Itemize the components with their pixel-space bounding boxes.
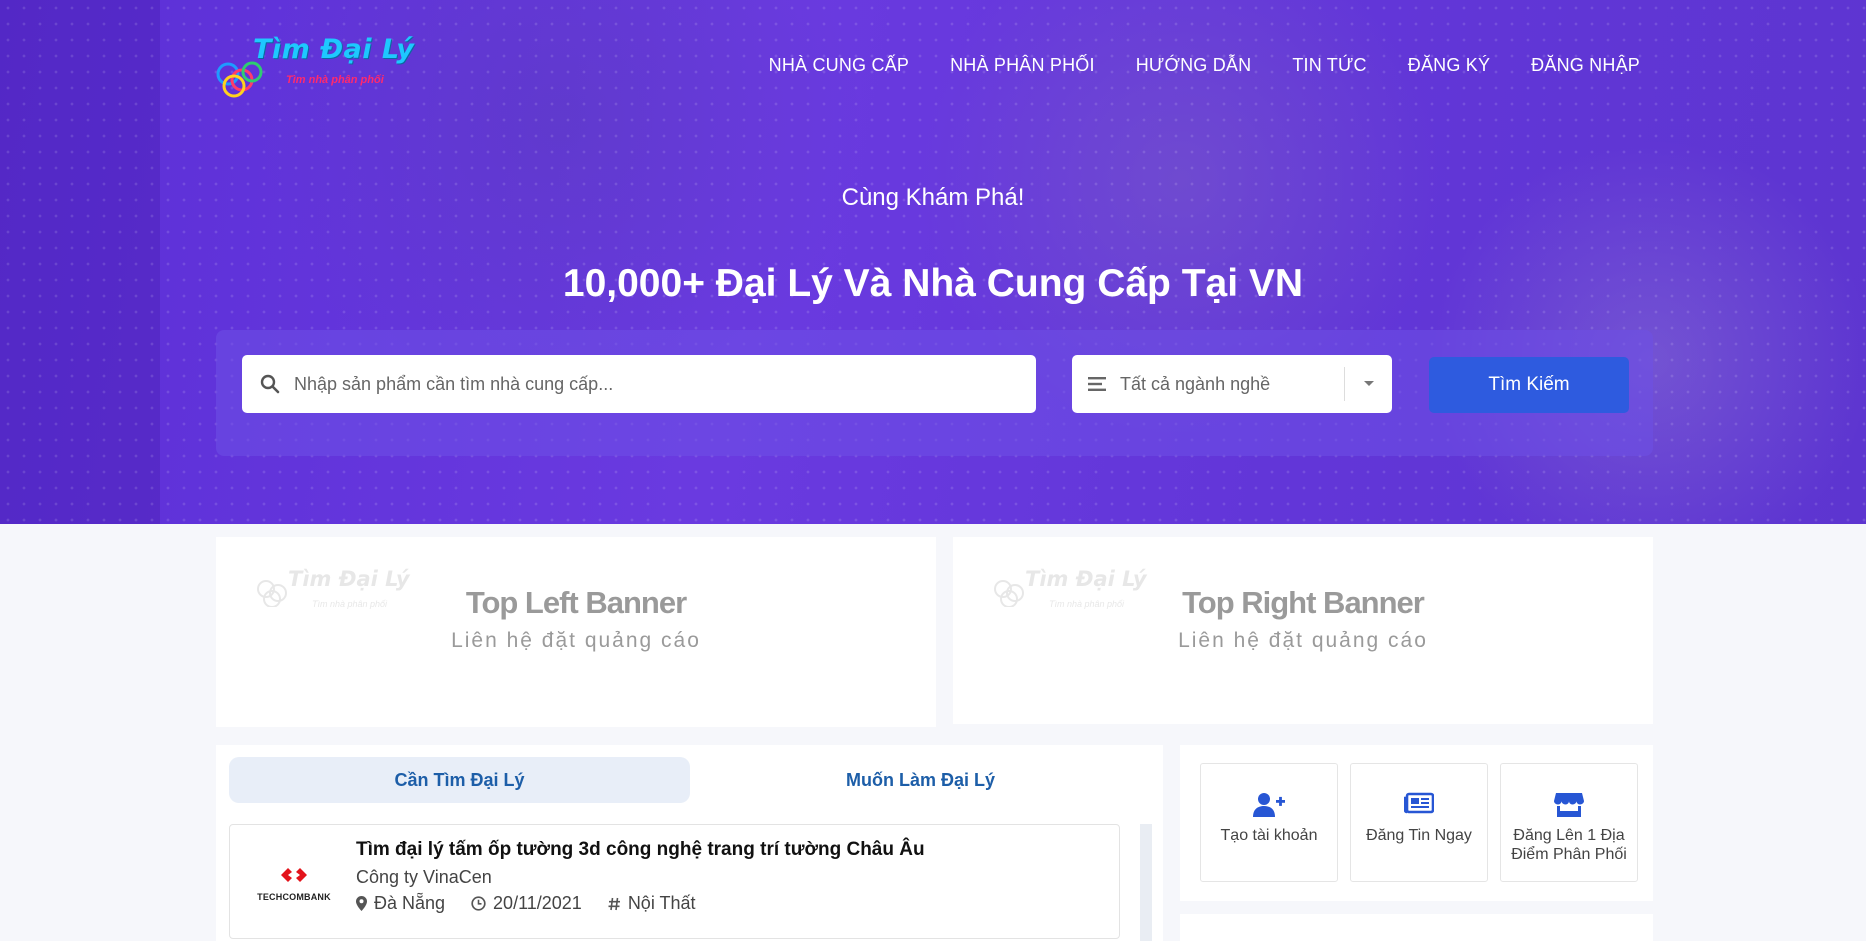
tab-need-agent[interactable]: Cần Tìm Đại Lý (229, 757, 690, 803)
create-account-label: Tạo tài khoản (1220, 827, 1318, 844)
map-pin-icon (356, 896, 367, 911)
hero-section: Tìm Đại Lý Tìm nhà phân phối NHÀ CUNG CẤ… (0, 0, 1866, 524)
site-logo[interactable]: Tìm Đại Lý Tìm nhà phân phối (216, 30, 416, 102)
company-logo: TECHCOMBANK (254, 865, 334, 902)
logo-title: Tìm Đại Lý (253, 34, 415, 65)
nav-link-suppliers[interactable]: NHÀ CUNG CẤP (769, 55, 909, 76)
hero-tagline: Cùng Khám Phá! (841, 184, 1025, 211)
search-placeholder: Nhập sản phẩm cần tìm nhà cung cấp... (294, 373, 614, 394)
nav-link-register[interactable]: ĐĂNG KÝ (1408, 55, 1490, 76)
top-right-banner[interactable]: Tìm Đại Lý Tìm nhà phân phối Top Right B… (953, 537, 1653, 724)
newspaper-icon (1404, 792, 1434, 814)
listing-company: Công ty VinaCen (356, 867, 492, 887)
nav-link-guide[interactable]: HƯỚNG DẪN (1136, 55, 1252, 76)
hashtag-icon (608, 897, 620, 910)
actions-panel: Tạo tài khoản Đăng Tin Ngay Đăng Lên 1 Đ… (1180, 745, 1653, 901)
company-logo-text: TECHCOMBANK (257, 892, 331, 902)
banner-subtitle: Liên hệ đặt quảng cáo (451, 629, 701, 652)
bank-logo-icon (281, 868, 307, 882)
listing-location: Đà Nẵng (356, 893, 445, 914)
tab-become-agent[interactable]: Muốn Làm Đại Lý (690, 757, 1151, 803)
listing-meta: Đà Nẵng 20/11/2021 Nội Thất (356, 893, 722, 914)
create-account-button[interactable]: Tạo tài khoản (1200, 763, 1338, 882)
listing-title[interactable]: Tìm đại lý tấm ốp tường 3d công nghệ tra… (356, 839, 925, 861)
category-select-value: Tất cả ngành nghề (1120, 373, 1271, 394)
nav-link-news[interactable]: TIN TỨC (1292, 55, 1366, 76)
listings-panel: Cần Tìm Đại Lý Muốn Làm Đại Lý TECHCOMBA… (216, 745, 1163, 941)
listings-scrollbar[interactable] (1140, 824, 1152, 941)
clock-icon (471, 896, 486, 911)
listing-category: Nội Thất (608, 893, 696, 914)
search-panel: Nhập sản phẩm cần tìm nhà cung cấp... Tấ… (216, 330, 1653, 456)
nav-link-distributors[interactable]: NHÀ PHÂN PHỐI (950, 55, 1095, 76)
user-plus-icon (1253, 793, 1285, 817)
banner-title: Top Left Banner (465, 585, 687, 620)
search-icon (260, 374, 280, 394)
logo-tagline: Tìm nhà phân phối (286, 74, 384, 86)
listing-category-text: Nội Thất (627, 893, 696, 913)
nav-link-login[interactable]: ĐĂNG NHẬP (1531, 55, 1640, 76)
category-select[interactable]: Tất cả ngành nghề (1072, 355, 1392, 413)
main-nav: NHÀ CUNG CẤP NHÀ PHÂN PHỐI HƯỚNG DẪN TIN… (728, 55, 1640, 76)
post-now-label: Đăng Tin Ngay (1366, 827, 1472, 844)
chevron-down-icon[interactable] (1344, 367, 1392, 401)
post-now-button[interactable]: Đăng Tin Ngay (1350, 763, 1488, 882)
logo-rings-icon (216, 61, 263, 98)
search-button[interactable]: Tìm Kiếm (1429, 357, 1629, 413)
banner-title: Top Right Banner (1182, 585, 1425, 620)
banner-subtitle: Liên hệ đặt quảng cáo (1178, 629, 1428, 652)
post-location-button[interactable]: Đăng Lên 1 Địa Điểm Phân Phối (1500, 763, 1638, 882)
listing-location-text: Đà Nẵng (374, 893, 446, 913)
list-icon (1088, 377, 1106, 391)
listing-card[interactable]: TECHCOMBANK Tìm đại lý tấm ốp tường 3d c… (229, 824, 1120, 939)
listing-date-text: 20/11/2021 (493, 893, 582, 913)
hero-headline: 10,000+ Đại Lý Và Nhà Cung Cấp Tại VN (562, 262, 1304, 305)
store-icon (1554, 793, 1584, 817)
search-input[interactable]: Nhập sản phẩm cần tìm nhà cung cấp... (242, 355, 1036, 413)
side-panel-next (1180, 914, 1653, 941)
listing-date: 20/11/2021 (471, 893, 582, 914)
post-location-label: Đăng Lên 1 Địa Điểm Phân Phối (1511, 827, 1627, 863)
top-left-banner[interactable]: Tìm Đại Lý Tìm nhà phân phối Top Left Ba… (216, 537, 936, 727)
